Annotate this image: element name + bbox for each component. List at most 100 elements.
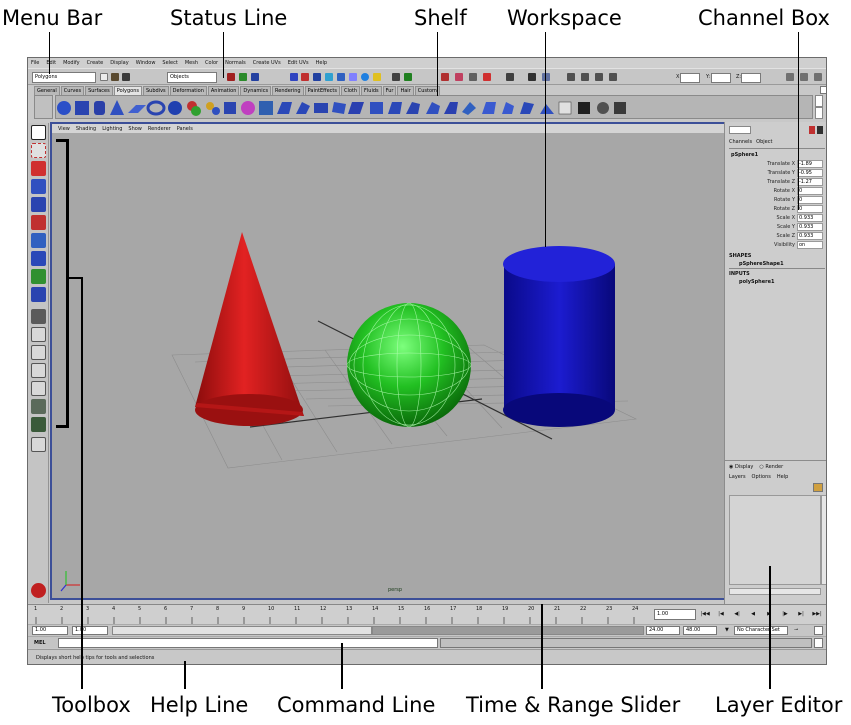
- poly-cone-icon[interactable]: [110, 100, 124, 115]
- layer-h-scrollbar[interactable]: [729, 588, 821, 595]
- channel-row[interactable]: Translate Z -1.27: [731, 178, 823, 187]
- menu-item-help[interactable]: Help: [316, 60, 327, 66]
- paint-select-tool-icon[interactable]: [31, 161, 46, 176]
- layer-list[interactable]: [729, 495, 821, 585]
- lasso-tool-icon[interactable]: [31, 143, 46, 158]
- hypershade-icon[interactable]: [455, 73, 463, 81]
- show-manipulator-icon[interactable]: [31, 269, 46, 284]
- step-forward-key-icon[interactable]: ▶|: [794, 608, 808, 621]
- help-icon[interactable]: [373, 73, 381, 81]
- channel-row[interactable]: Scale Y 0.933: [731, 223, 823, 232]
- y-field[interactable]: [711, 73, 731, 83]
- poly-torus-icon[interactable]: [146, 100, 166, 116]
- channel-value[interactable]: 0: [797, 187, 823, 195]
- side-by-side-layout-icon[interactable]: [31, 345, 46, 360]
- outliner-toggle-icon[interactable]: [800, 73, 808, 81]
- auto-key-icon[interactable]: ⊸: [794, 627, 798, 633]
- channel-row[interactable]: Translate Y -0.95: [731, 169, 823, 178]
- separate-icon[interactable]: [206, 102, 220, 115]
- channel-value[interactable]: 0.933: [797, 214, 823, 222]
- tab-surfaces[interactable]: Surfaces: [85, 86, 113, 95]
- tab-fur[interactable]: Fur: [382, 86, 397, 95]
- shelf-menu-icon[interactable]: [820, 86, 826, 94]
- menu-item-select[interactable]: Select: [162, 60, 177, 66]
- channel-box-toggle-icon[interactable]: [595, 73, 603, 81]
- options-menu[interactable]: Options: [752, 474, 771, 480]
- render-icon[interactable]: [392, 73, 400, 81]
- chamfer-icon[interactable]: [462, 102, 476, 115]
- layer-editor-toggle-icon[interactable]: [609, 73, 617, 81]
- channel-value[interactable]: -0.95: [797, 169, 823, 177]
- tab-cloth[interactable]: Cloth: [340, 86, 361, 95]
- range-slider-bar[interactable]: [112, 626, 372, 635]
- paint-icon[interactable]: [483, 73, 491, 81]
- panel-menu-view[interactable]: View: [58, 126, 70, 132]
- cut-faces-icon[interactable]: [406, 102, 420, 114]
- toolbox-more-icon[interactable]: [31, 437, 46, 452]
- manipulator-tool-icon[interactable]: [31, 233, 46, 248]
- panel-menu-renderer[interactable]: Renderer: [148, 126, 171, 132]
- wedge-icon[interactable]: [426, 102, 440, 114]
- channel-row[interactable]: Translate X -1.89: [731, 160, 823, 169]
- shelf-scroll-down-button[interactable]: [815, 107, 823, 119]
- channel-box-pin-icon[interactable]: [809, 126, 815, 134]
- input-node-name[interactable]: polySphere1: [739, 279, 774, 285]
- panel-menu-shading[interactable]: Shading: [76, 126, 96, 132]
- channel-box-mode-icon[interactable]: [729, 126, 751, 134]
- menu-item-edit[interactable]: Edit: [46, 60, 56, 66]
- poke-icon[interactable]: [444, 102, 458, 114]
- shelf-options-button[interactable]: [34, 95, 53, 119]
- shelf-scroll-up-button[interactable]: [815, 95, 823, 107]
- character-set-dropdown[interactable]: No Character Set: [734, 626, 788, 635]
- command-language-label[interactable]: MEL: [34, 640, 46, 646]
- show-layout-icon[interactable]: [542, 73, 550, 81]
- layers-menu[interactable]: Layers: [729, 474, 746, 480]
- input-line-icon[interactable]: [506, 73, 514, 81]
- persp-graph-layout-icon[interactable]: [31, 363, 46, 378]
- channel-row[interactable]: Visibility on: [731, 241, 823, 250]
- channel-value[interactable]: 0: [797, 196, 823, 204]
- select-by-type-icon[interactable]: [239, 73, 247, 81]
- menu-item-file[interactable]: File: [31, 60, 39, 66]
- poly-cube-icon[interactable]: [75, 101, 89, 115]
- z-field[interactable]: [741, 73, 761, 83]
- channel-value[interactable]: -1.27: [797, 178, 823, 186]
- poly-plane-icon[interactable]: [128, 105, 146, 113]
- shape-node-name[interactable]: pSphereShape1: [739, 261, 784, 267]
- character-set-dropdown-icon[interactable]: ▼: [725, 627, 729, 633]
- tab-painteffects[interactable]: PaintEffects: [304, 86, 340, 95]
- menu-item-display[interactable]: Display: [110, 60, 128, 66]
- x-field[interactable]: [680, 73, 700, 83]
- hypergraph-toggle-icon[interactable]: [814, 73, 822, 81]
- new-layer-icon[interactable]: [813, 483, 823, 492]
- menu-set-dropdown[interactable]: Polygons: [32, 72, 96, 83]
- panel-menu-panels[interactable]: Panels: [177, 126, 193, 132]
- tab-general[interactable]: General: [34, 86, 60, 95]
- tab-curves[interactable]: Curves: [60, 86, 85, 95]
- tool-settings-icon[interactable]: [581, 73, 589, 81]
- cone-object[interactable]: [195, 232, 304, 426]
- menu-item-create[interactable]: Create: [87, 60, 104, 66]
- play-backwards-icon[interactable]: ◀: [746, 608, 760, 621]
- channel-value[interactable]: on: [797, 241, 823, 249]
- tab-polygons[interactable]: Polygons: [113, 86, 142, 95]
- spherical-mapping-icon[interactable]: [597, 102, 609, 114]
- range-end-field[interactable]: 48.00: [683, 626, 717, 635]
- save-scene-icon[interactable]: [122, 73, 130, 81]
- panel-menu-lighting[interactable]: Lighting: [102, 126, 122, 132]
- select-tool-icon[interactable]: [31, 125, 46, 140]
- extract-icon[interactable]: [224, 102, 236, 114]
- channel-value[interactable]: 0.933: [797, 223, 823, 231]
- menu-item-window[interactable]: Window: [136, 60, 156, 66]
- range-slider[interactable]: 1.00 1.00 24.00 48.00 ▼ No Character Set…: [28, 624, 826, 636]
- camera-icon[interactable]: [528, 73, 536, 81]
- menu-item-edit-uvs[interactable]: Edit UVs: [288, 60, 309, 66]
- select-by-hierarchy-icon[interactable]: [227, 73, 235, 81]
- construction-icon[interactable]: [361, 73, 369, 81]
- channels-menu[interactable]: Channels: [729, 139, 752, 145]
- menu-item-create-uvs[interactable]: Create UVs: [253, 60, 281, 66]
- average-vertices-icon[interactable]: [259, 101, 273, 115]
- collapse-icon[interactable]: [502, 102, 514, 114]
- render-view-layout-icon[interactable]: [31, 417, 46, 432]
- split-polygon-icon[interactable]: [348, 102, 364, 114]
